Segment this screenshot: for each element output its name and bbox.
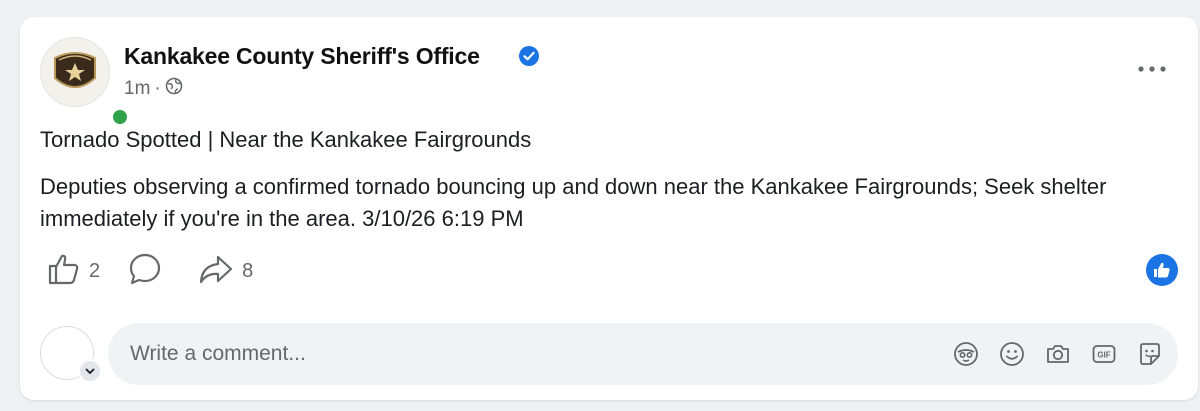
comment-bubble-icon xyxy=(128,252,162,291)
sticker-icon[interactable] xyxy=(1136,340,1164,368)
avatar-sticker-icon[interactable] xyxy=(952,340,980,368)
like-reaction-icon[interactable] xyxy=(1146,254,1178,286)
svg-text:GIF: GIF xyxy=(1097,351,1110,360)
more-options-button[interactable] xyxy=(1132,57,1172,81)
gif-icon[interactable]: GIF xyxy=(1090,340,1118,368)
thumbs-up-icon xyxy=(47,252,81,291)
globe-icon xyxy=(165,77,183,101)
online-status-dot xyxy=(110,107,130,127)
sheriff-badge-logo xyxy=(40,37,110,107)
post-card: Kankakee County Sheriff's Office 1m · To… xyxy=(20,17,1198,400)
comment-tools: GIF xyxy=(934,340,1178,368)
comment-composer: GIF xyxy=(108,323,1178,385)
page-name[interactable]: Kankakee County Sheriff's Office xyxy=(124,43,480,70)
post-timestamp[interactable]: 1m xyxy=(124,78,150,100)
meta-separator: · xyxy=(154,78,161,99)
verified-badge-icon xyxy=(518,45,540,67)
chevron-down-icon[interactable] xyxy=(78,359,102,383)
like-count: 2 xyxy=(89,259,101,282)
comment-button[interactable] xyxy=(128,252,170,291)
camera-icon[interactable] xyxy=(1044,340,1072,368)
share-button[interactable]: 8 xyxy=(198,252,253,291)
page-avatar[interactable] xyxy=(40,37,130,127)
comment-input[interactable] xyxy=(128,341,934,367)
share-count: 8 xyxy=(242,259,254,282)
emoji-icon[interactable] xyxy=(998,340,1026,368)
post-title: Tornado Spotted | Near the Kankakee Fair… xyxy=(40,127,532,152)
post-meta: 1m · xyxy=(124,77,183,101)
share-arrow-icon xyxy=(198,252,234,291)
post-actions: 2 8 xyxy=(47,253,281,289)
post-body: Deputies observing a confirmed tornado b… xyxy=(40,174,1107,231)
like-button[interactable]: 2 xyxy=(47,252,100,291)
